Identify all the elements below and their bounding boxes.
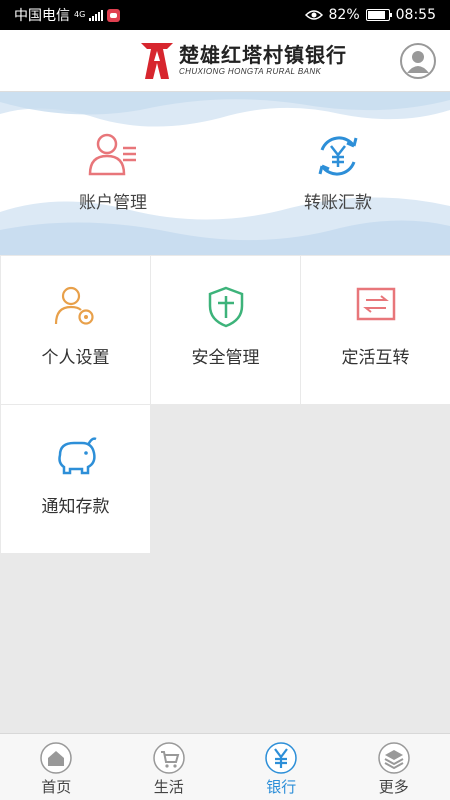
transfer-label: 转账汇款 — [304, 193, 372, 213]
personal-settings-label: 个人设置 — [41, 348, 110, 368]
account-management-label: 账户管理 — [79, 193, 147, 213]
bank-logo-mark-icon — [141, 43, 173, 79]
feature-banner: 账户管理 转账汇款 — [0, 92, 450, 255]
network-type: 4G — [74, 10, 86, 19]
bank-name-cn: 楚雄红塔村镇银行 — [179, 43, 347, 67]
notification-app-icon — [107, 8, 121, 22]
account-person-icon — [88, 133, 136, 176]
carrier-name: 中国电信 — [14, 8, 70, 24]
home-icon — [40, 742, 72, 774]
nav-tab-home-label: 首页 — [41, 778, 72, 796]
security-management-label: 安全管理 — [191, 348, 260, 368]
cart-icon — [153, 742, 185, 774]
nav-tab-life[interactable]: 生活 — [113, 734, 226, 800]
nav-tab-home[interactable]: 首页 — [0, 734, 113, 800]
piggy-bank-icon — [57, 437, 97, 475]
bank-name-en: CHUXIONG HONGTA RURAL BANK — [179, 67, 322, 76]
nav-tab-more-label: 更多 — [378, 778, 409, 796]
exchange-card-icon — [356, 287, 395, 321]
nav-tab-life-label: 生活 — [153, 778, 184, 796]
nav-tab-bank-label: 银行 — [266, 778, 297, 796]
fixed-current-exchange-label: 定活互转 — [341, 348, 410, 368]
grid-item-notice-deposit[interactable]: 通知存款 — [1, 405, 150, 553]
user-avatar-icon — [407, 51, 429, 73]
signal-icon — [89, 9, 104, 21]
battery-icon — [365, 9, 392, 21]
clock: 08:55 — [395, 7, 436, 23]
grid-item-fixed-current-exchange[interactable]: 定活互转 — [301, 256, 450, 404]
eye-comfort-icon — [304, 10, 323, 20]
notice-deposit-label: 通知存款 — [41, 497, 110, 517]
security-shield-icon — [208, 286, 243, 328]
status-bar: 中国电信 4G 82% 08:55 — [0, 0, 450, 30]
battery-percent: 82% — [328, 7, 360, 23]
bank-logo: 楚雄红塔村镇银行 CHUXIONG HONGTA RURAL BANK — [139, 39, 346, 85]
user-avatar-button[interactable] — [400, 43, 436, 79]
grid-item-security-management[interactable]: 安全管理 — [151, 256, 300, 404]
person-settings-icon — [54, 286, 94, 325]
bottom-navigation: 首页 生活 银行 更多 — [0, 733, 450, 800]
transfer-button[interactable]: 转账汇款 — [263, 132, 413, 213]
nav-tab-bank[interactable]: 银行 — [225, 734, 338, 800]
account-management-button[interactable]: 账户管理 — [38, 132, 188, 213]
bank-yuan-icon — [265, 742, 297, 774]
app-header: 楚雄红塔村镇银行 CHUXIONG HONGTA RURAL BANK — [0, 30, 450, 92]
nav-tab-more[interactable]: 更多 — [338, 734, 450, 800]
grid-item-personal-settings[interactable]: 个人设置 — [1, 256, 150, 404]
layers-icon — [378, 742, 410, 774]
transfer-yuan-icon — [318, 136, 358, 176]
